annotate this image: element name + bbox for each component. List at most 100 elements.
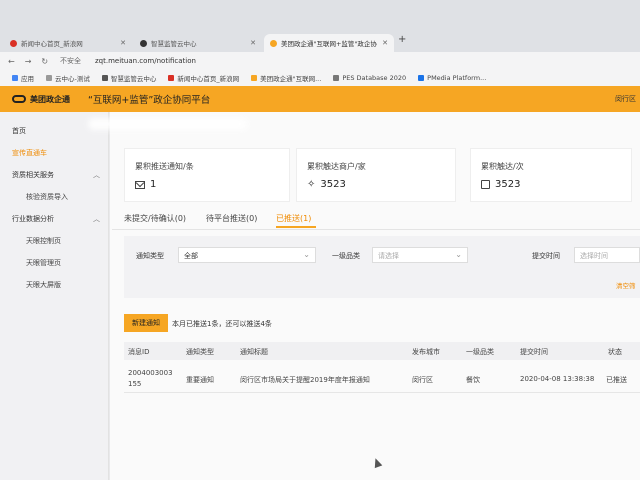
col-header-id: 消息ID: [128, 348, 150, 356]
bookmark-label: 云中心-测试: [55, 75, 90, 83]
stat-value-row: 3523: [481, 179, 520, 190]
col-header-status: 状态: [608, 348, 622, 356]
insecure-label[interactable]: 不安全: [60, 56, 81, 66]
col-header-category: 一级品类: [466, 348, 494, 356]
notice-type-select[interactable]: 全部 ⌄: [178, 247, 316, 263]
notice-type-label: 通知类型: [136, 252, 164, 260]
new-tab-icon[interactable]: +: [398, 34, 406, 45]
chevron-up-icon: ︿: [93, 215, 100, 223]
col-header-city: 发布城市: [412, 348, 440, 356]
bookmark-apps[interactable]: 应用: [12, 73, 34, 83]
row-title[interactable]: 闵行区市场局关于提醒2019年度年报通知: [240, 375, 370, 385]
user-menu[interactable]: 闵行区: [615, 94, 636, 104]
row-time: 2020-04-08 13:38:38: [520, 375, 595, 383]
stat-value: 3523: [320, 179, 346, 190]
row-city: 闵行区: [412, 376, 433, 384]
bookmark-label: 智慧监管云中心: [110, 75, 157, 83]
apps-grid-icon: [12, 75, 18, 81]
sidebar-item-import[interactable]: 核验资质导入: [26, 192, 68, 202]
row-divider: [124, 392, 640, 393]
bookmark-pes[interactable]: PES Database 2020: [333, 74, 406, 82]
category-label: 一级品类: [332, 252, 360, 260]
stat-value: 3523: [495, 179, 521, 190]
meituan-favicon-icon: [270, 39, 277, 47]
tab-pushed[interactable]: 已推送(1): [276, 213, 311, 224]
platform-title: “互联网+监管”政企协同平台: [88, 95, 211, 106]
app-logo[interactable]: 美团政企通: [12, 94, 70, 105]
globe-icon: [46, 75, 52, 81]
tab-divider: [112, 229, 640, 230]
browser-tab-bar: 新闻中心首页_新浪网 ✕ 智慧监管云中心 ✕ 美团政企通"互联网+监管"政企协 …: [0, 0, 640, 52]
row-type: 重要通知: [186, 376, 214, 384]
bookmark-pmedia[interactable]: PMedia Platform...: [418, 74, 486, 82]
active-tab-indicator: [276, 226, 316, 228]
sidebar: 首页 宣传直通车 资质相关服务 ︿ 核验资质导入 行业数据分析 ︿ 天眼控制页 …: [0, 112, 109, 480]
close-icon[interactable]: ✕: [382, 39, 388, 47]
bookmark-label: 新闻中心首页_新浪网: [177, 75, 240, 83]
sidebar-item-home[interactable]: 首页: [12, 126, 26, 136]
stat-card-reach: 累积触达/次 3523: [470, 148, 632, 202]
cloud-favicon-icon: [140, 39, 147, 47]
col-header-type: 通知类型: [186, 348, 214, 356]
reload-icon[interactable]: ↻: [41, 57, 48, 66]
url-text[interactable]: zqt.meituan.com/notification: [95, 57, 196, 65]
browser-tab-meituan[interactable]: 美团政企通"互联网+监管"政企协 ✕: [264, 34, 394, 52]
bookmark-label: PES Database 2020: [342, 74, 407, 82]
tab-pending[interactable]: 未提交/待确认(0): [124, 213, 186, 224]
bookmark-cloud-test[interactable]: 云中心-测试: [46, 73, 90, 83]
bookmark-cloud-center[interactable]: 智慧监管云中心: [101, 73, 157, 83]
submit-time-label: 提交时间: [532, 252, 560, 260]
category-select[interactable]: 请选择 ⌄: [372, 247, 468, 263]
sina-favicon-icon: [10, 39, 17, 47]
tab-label: 美团政企通"互联网+监管"政企协: [281, 40, 377, 48]
meituan-icon: [251, 75, 258, 81]
tab-label: 智慧监管云中心: [151, 40, 197, 48]
screen-glare: [88, 118, 248, 130]
sidebar-item-label: 资质相关服务: [12, 171, 54, 179]
clear-filters-link[interactable]: 清空筛: [616, 280, 636, 290]
app-header: 美团政企通 “互联网+监管”政企协同平台 闵行区: [0, 86, 640, 112]
stat-label: 累积触达商户/家: [307, 162, 366, 171]
sidebar-item-control[interactable]: 天眼控制页: [26, 236, 61, 246]
row-status: 已推送: [606, 376, 627, 384]
stat-value: 1: [150, 179, 157, 190]
tab-awaiting-push[interactable]: 待平台推送(0): [206, 213, 257, 224]
bookmark-meituan[interactable]: 美团政企通"互联网...: [251, 73, 321, 83]
stat-label: 累积推送通知/条: [135, 162, 194, 171]
sidebar-item-promotion[interactable]: 宣传直通车: [12, 148, 47, 158]
logo-text: 美团政企通: [30, 94, 70, 104]
new-notification-button[interactable]: 新建通知: [124, 314, 168, 332]
row-id-line1: 2004003003: [128, 369, 173, 377]
bookmark-label: 应用: [21, 75, 34, 83]
row-id-line2: 155: [128, 380, 142, 388]
globe-icon: [101, 75, 108, 81]
quota-text: 本月已推送1条，还可以推送4条: [172, 320, 272, 328]
stat-card-notifications: 累积推送通知/条 1: [124, 148, 290, 202]
sidebar-item-bigscreen[interactable]: 天眼大屏版: [26, 280, 61, 290]
pmedia-icon: [418, 75, 425, 81]
chevron-down-icon: ⌄: [455, 250, 462, 259]
browser-tab-cloud[interactable]: 智慧监管云中心 ✕: [134, 34, 262, 52]
submit-time-picker[interactable]: 选择时间: [574, 247, 640, 263]
sidebar-item-manage[interactable]: 天眼管理页: [26, 258, 61, 268]
col-header-title: 通知标题: [240, 348, 268, 356]
sidebar-item-qualification[interactable]: 资质相关服务 ︿: [12, 170, 108, 180]
chevron-down-icon: ⌄: [303, 250, 310, 259]
forward-icon[interactable]: →: [25, 57, 32, 66]
bookmark-sina[interactable]: 新闻中心首页_新浪网: [168, 73, 239, 83]
sina-icon: [168, 75, 175, 81]
close-icon[interactable]: ✕: [120, 39, 126, 47]
chevron-up-icon: ︿: [93, 171, 100, 179]
navigation-icon: ✧: [307, 179, 316, 190]
col-header-time: 提交时间: [520, 348, 548, 356]
close-icon[interactable]: ✕: [250, 39, 256, 47]
bookmarks-bar: 应用 云中心-测试 智慧监管云中心 新闻中心首页_新浪网 美团政企通"互联网..…: [0, 70, 640, 87]
tab-label: 新闻中心首页_新浪网: [21, 40, 83, 48]
back-icon[interactable]: ←: [8, 57, 15, 66]
browser-tab-sina[interactable]: 新闻中心首页_新浪网 ✕: [4, 34, 132, 52]
stat-label: 累积触达/次: [481, 162, 524, 171]
sidebar-item-analysis[interactable]: 行业数据分析 ︿: [12, 214, 108, 224]
sidebar-item-label: 行业数据分析: [12, 215, 54, 223]
document-icon: [333, 75, 340, 81]
category-placeholder: 请选择: [378, 252, 399, 260]
